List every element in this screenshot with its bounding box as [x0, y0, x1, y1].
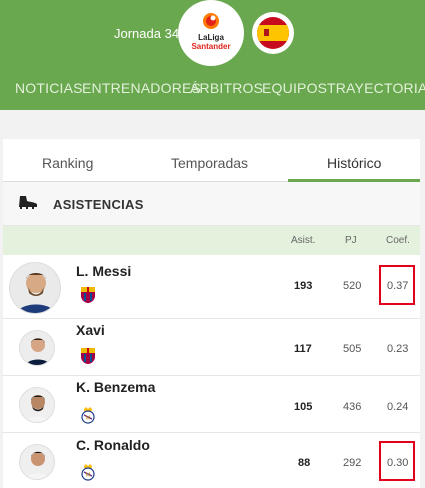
section-title: ASISTENCIAS	[53, 197, 144, 212]
table-header: Asist. PJ Coef.	[3, 226, 420, 255]
tab-historico[interactable]: Histórico	[327, 155, 381, 171]
nav-item-equipos[interactable]: EQUIPOS	[262, 80, 327, 96]
col-coef: Coef.	[386, 235, 410, 246]
table-row[interactable]: C. Ronaldo M 88 292 0.30	[3, 433, 420, 488]
nav-item-trayectoria[interactable]: TRAYECTORIA	[327, 80, 425, 96]
avatar	[19, 444, 55, 480]
laliga-logo[interactable]: LaLiga Santander	[178, 0, 244, 66]
asist-value: 193	[294, 280, 313, 292]
fc-barcelona-crest-icon	[81, 287, 95, 303]
avatar	[19, 330, 55, 366]
laliga-logo-line1: LaLiga	[198, 33, 224, 42]
spain-flag[interactable]	[252, 12, 294, 54]
player-name[interactable]: C. Ronaldo	[76, 437, 150, 453]
nav-item-noticias[interactable]: NOTICIAS	[15, 80, 83, 96]
pj-value: 292	[343, 457, 362, 469]
player-name[interactable]: K. Benzema	[76, 379, 155, 395]
nav-item-arbitros[interactable]: ÁRBITROS	[190, 80, 263, 96]
player-name[interactable]: Xavi	[76, 322, 105, 338]
real-madrid-crest-icon: M	[81, 407, 95, 424]
avatar	[9, 262, 61, 314]
col-pj: PJ	[345, 235, 357, 246]
laliga-icon	[203, 13, 219, 29]
section-header: ASISTENCIAS	[3, 182, 420, 226]
svg-text:M: M	[86, 473, 90, 479]
player-name[interactable]: L. Messi	[76, 263, 131, 279]
pj-value: 436	[343, 401, 362, 413]
table-row[interactable]: L. Messi 193 520 0.37	[3, 255, 420, 319]
jornada-label[interactable]: Jornada 34	[114, 26, 179, 41]
pj-value: 505	[343, 343, 362, 355]
tab-bar: Ranking Temporadas Histórico	[3, 139, 420, 182]
asist-value: 117	[294, 343, 312, 355]
main-nav: NOTICIAS ENTRENADORES ÁRBITROS EQUIPOS T…	[0, 80, 425, 100]
pj-value: 520	[343, 280, 362, 292]
coef-value: 0.23	[387, 343, 409, 355]
boot-icon	[19, 196, 37, 209]
avatar	[19, 387, 55, 423]
fc-barcelona-crest-icon	[81, 348, 95, 364]
coef-value: 0.24	[387, 401, 409, 413]
svg-text:M: M	[86, 416, 90, 422]
nav-item-entrenadores[interactable]: ENTRENADORES	[82, 80, 201, 96]
highlight-box	[379, 265, 415, 305]
asist-value: 88	[298, 457, 311, 469]
spain-flag-icon	[257, 17, 289, 49]
table-row[interactable]: K. Benzema M 105 436 0.24	[3, 376, 420, 433]
real-madrid-crest-icon: M	[81, 464, 95, 481]
header-bar: Jornada 34 LaLiga Santander NOTICIAS ENT…	[0, 0, 425, 110]
table-row[interactable]: Xavi 117 505 0.23	[3, 319, 420, 376]
asist-value: 105	[294, 401, 313, 413]
tab-temporadas[interactable]: Temporadas	[171, 155, 248, 171]
stats-card: Ranking Temporadas Histórico ASISTENCIAS…	[3, 139, 420, 488]
tab-ranking[interactable]: Ranking	[42, 155, 93, 171]
highlight-box	[379, 441, 415, 481]
col-asist: Asist.	[291, 235, 316, 246]
laliga-logo-line2: Santander	[191, 42, 231, 51]
